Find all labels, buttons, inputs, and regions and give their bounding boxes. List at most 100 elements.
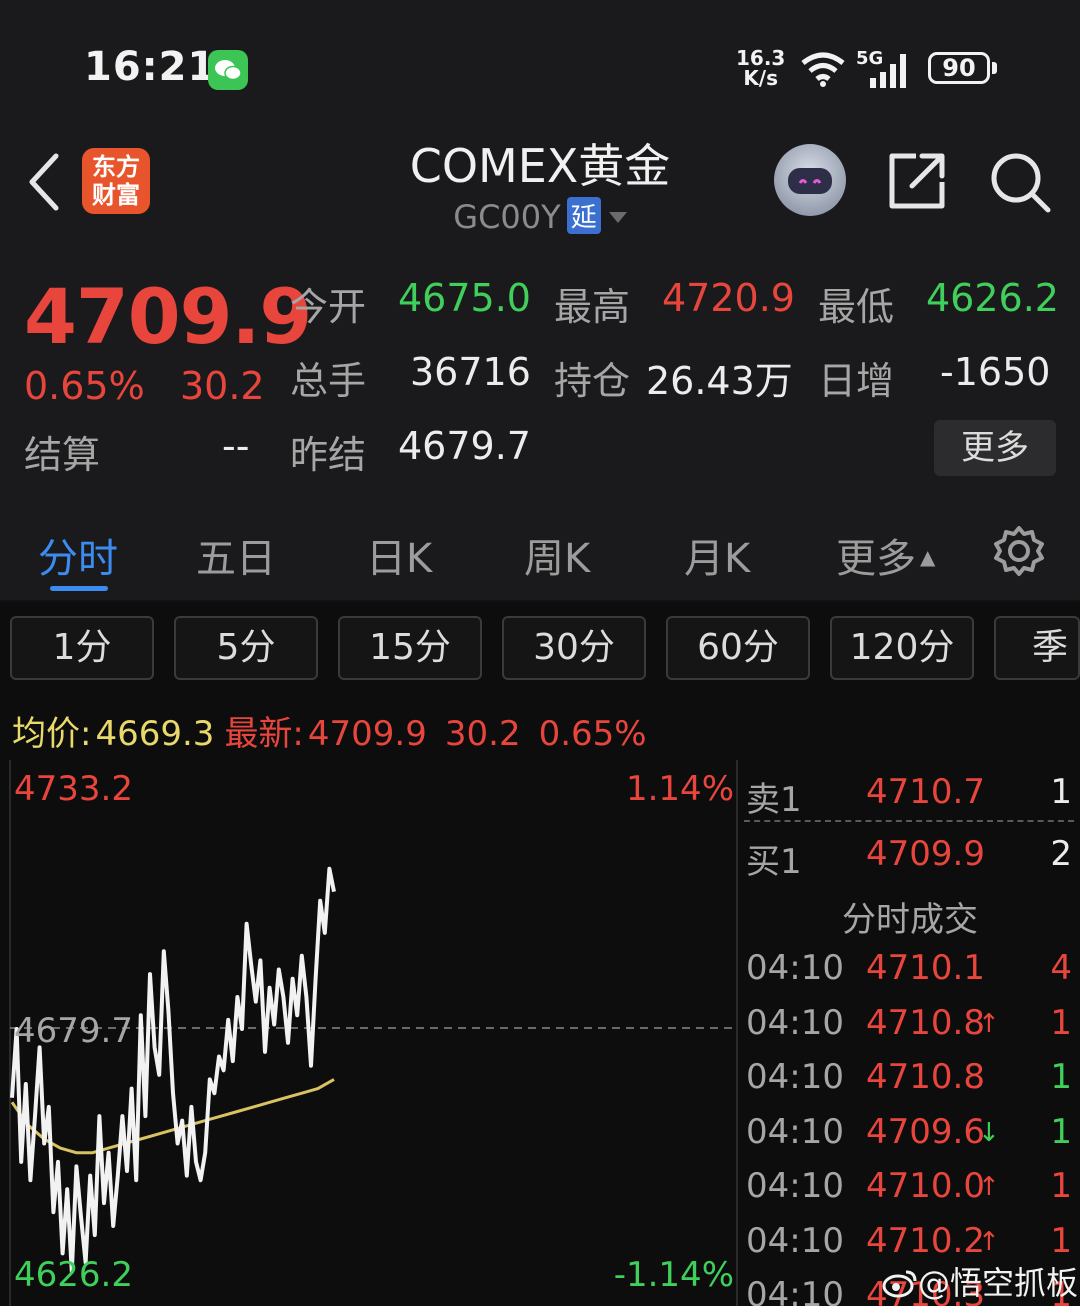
trade-arrow: ↑	[978, 1172, 1000, 1202]
cellular-signal-icon: 5G	[856, 48, 916, 94]
open-label: 今开	[290, 285, 367, 329]
interval-60min-button[interactable]: 60分	[666, 616, 810, 680]
settlement-label: 结算	[24, 433, 101, 477]
tab-more-label: 更多	[836, 536, 916, 582]
daily-increase-value: -1650	[940, 350, 1051, 394]
caret-up-icon: ▲	[920, 545, 936, 569]
tab-weekly-k[interactable]: 周K	[524, 526, 590, 584]
bid-qty: 2	[1050, 834, 1072, 874]
interval-quarter-button[interactable]: 季	[994, 616, 1080, 680]
network-type-label: 5G	[856, 48, 883, 69]
volume-label: 总手	[290, 359, 367, 403]
trade-time: 04:10	[746, 1220, 844, 1261]
interval-15min-button[interactable]: 15分	[338, 616, 482, 680]
trade-row: 04:10 4710.8 1	[740, 1057, 1080, 1111]
watermark: @悟空抓板	[882, 1258, 1078, 1306]
tab-five-day[interactable]: 五日	[196, 526, 276, 584]
low-value: 4626.2	[926, 276, 1059, 320]
order-book-panel: 卖1 4710.7 1 买1 4709.9 2 分时成交 04:10 4710.1…	[740, 760, 1080, 1306]
latest-value: 4709.9	[307, 714, 427, 754]
delay-badge: 延	[566, 197, 601, 234]
high-label: 最高	[554, 285, 631, 329]
trade-arrow: ↑	[978, 1008, 1000, 1039]
latest-change-percent: 0.65%	[538, 714, 647, 754]
trade-price: 4710.1	[866, 948, 985, 988]
contract-code: GC00Y	[453, 198, 561, 236]
more-details-button[interactable]: 更多	[934, 420, 1056, 476]
tab-monthly-k[interactable]: 月K	[684, 526, 750, 584]
active-tab-indicator	[50, 586, 108, 591]
trade-price: 4710.2	[866, 1220, 985, 1261]
trade-row: 04:10 4710.8 ↑ 1	[740, 1003, 1080, 1057]
settlement-value: --	[222, 424, 250, 468]
trade-qty: 1	[1050, 1166, 1072, 1206]
gear-icon[interactable]	[992, 524, 1046, 582]
latest-label: 最新:	[224, 714, 304, 754]
trade-price: 4709.6	[866, 1111, 985, 1152]
avg-price-label: 均价:	[12, 714, 92, 754]
battery-indicator: 90	[928, 52, 990, 84]
battery-tip	[992, 62, 997, 74]
watermark-text: @悟空抓板	[918, 1264, 1079, 1302]
trade-arrow: ↑	[978, 1226, 1000, 1257]
share-icon[interactable]	[886, 150, 948, 216]
trade-time: 04:10	[746, 1166, 844, 1206]
tab-daily-k[interactable]: 日K	[366, 526, 432, 584]
volume-value: 36716	[410, 350, 531, 394]
weibo-icon	[882, 1268, 918, 1306]
pct-bottom-label: -1.14%	[614, 1255, 734, 1295]
interval-120min-button[interactable]: 120分	[830, 616, 974, 680]
open-value: 4675.0	[398, 276, 531, 320]
tab-intraday[interactable]: 分时	[38, 526, 118, 584]
trade-time: 04:10	[746, 1057, 844, 1097]
trade-row: 04:10 4710.1 4	[740, 948, 1080, 1002]
trade-time: 04:10	[746, 948, 844, 988]
bid-row: 买1 4709.9 2	[740, 834, 1080, 884]
y-top-label: 4733.2	[14, 769, 133, 809]
interval-5min-button[interactable]: 5分	[174, 616, 318, 680]
low-label: 最低	[818, 285, 895, 329]
latest-change: 30.2	[444, 714, 521, 754]
price-summary-row: 均价: 4669.3 最新: 4709.9 30.2 0.65%	[12, 706, 647, 755]
network-speed: 16.3 K/s	[736, 48, 785, 88]
intraday-chart[interactable]: 4733.2 4679.7 4626.2 1.14% -1.14%	[0, 760, 740, 1306]
open-interest-value: 26.43万	[646, 359, 793, 403]
daily-increase-label: 日增	[818, 359, 895, 403]
wechat-icon	[208, 50, 248, 90]
search-icon[interactable]	[988, 150, 1052, 218]
change-percent: 0.65%	[24, 364, 145, 408]
open-interest-label: 持仓	[554, 359, 631, 403]
y-mid-label: 4679.7	[14, 1011, 133, 1051]
status-time: 16:21	[84, 44, 217, 90]
interval-30min-button[interactable]: 30分	[502, 616, 646, 680]
trade-arrow: ↓	[978, 1117, 1000, 1148]
order-book-divider	[744, 820, 1074, 822]
high-value: 4720.9	[662, 276, 795, 320]
bid-label: 买1	[746, 842, 802, 882]
tab-more[interactable]: 更多 ▲	[836, 526, 935, 584]
trade-time: 04:10	[746, 1002, 844, 1043]
trade-qty: 4	[1050, 948, 1072, 988]
last-price: 4709.9	[24, 272, 312, 361]
ask-qty: 1	[1050, 772, 1072, 812]
trade-row: 04:10 4710.0 ↑ 1	[740, 1166, 1080, 1220]
change-amount: 30.2	[180, 364, 265, 408]
trade-price: 4710.8	[866, 1002, 985, 1043]
interval-1min-button[interactable]: 1分	[10, 616, 154, 680]
trades-title: 分时成交	[842, 900, 978, 940]
trade-qty: 1	[1050, 1111, 1072, 1152]
wifi-icon	[800, 50, 846, 92]
ask-label: 卖1	[746, 780, 802, 820]
trade-qty: 1	[1050, 1002, 1072, 1043]
network-speed-unit: K/s	[743, 66, 779, 90]
trade-time: 04:10	[746, 1111, 844, 1152]
network-speed-value: 16.3	[736, 46, 786, 70]
trade-qty: 1	[1050, 1220, 1072, 1261]
avg-price-value: 4669.3	[95, 714, 215, 754]
prev-settle-value: 4679.7	[398, 424, 531, 468]
ask-row: 卖1 4710.7 1	[740, 772, 1080, 822]
caret-down-icon	[608, 194, 627, 232]
bid-price: 4709.9	[866, 834, 985, 874]
trade-qty: 1	[1050, 1057, 1072, 1097]
trade-row: 04:10 4709.6 ↓ 1	[740, 1112, 1080, 1166]
